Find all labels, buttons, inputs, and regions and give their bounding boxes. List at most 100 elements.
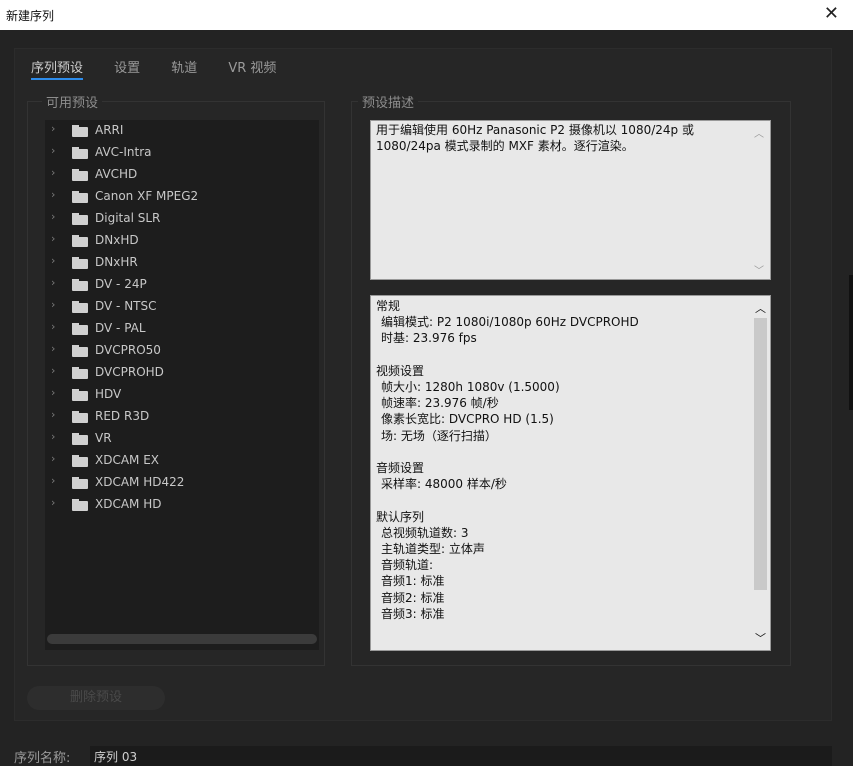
chevron-right-icon[interactable]: › [51,430,55,443]
tab-sequence-presets[interactable]: 序列预设 [31,57,84,80]
folder-icon [72,191,88,203]
chevron-right-icon[interactable]: › [51,408,55,421]
chevron-right-icon[interactable]: › [51,276,55,289]
folder-icon [72,411,88,423]
preset-folder-item[interactable]: › AVC-Intra [45,142,319,164]
total-tracks: 总视频轨道数: 3 [381,525,469,540]
preset-folder-label: DNxHD [95,233,139,247]
preset-folder-label: AVCHD [95,167,138,181]
scroll-up-icon[interactable]: ︿ [755,300,766,316]
edit-mode: 编辑模式: P2 1080i/1080p 60Hz DVCPROHD [381,315,639,330]
preset-folder-item[interactable]: › XDCAM HD [45,494,319,516]
folder-icon [72,147,88,159]
preset-folder-label: XDCAM HD422 [95,475,185,489]
timebase: 时基: 23.976 fps [381,331,477,346]
preset-folder-item[interactable]: › DV - NTSC [45,296,319,318]
tab-settings[interactable]: 设置 [114,57,140,76]
preset-folder-label: RED R3D [95,409,150,423]
preset-folder-item[interactable]: › DVCPROHD [45,362,319,384]
sequence-name-input[interactable] [90,746,832,766]
preset-folder-label: DV - NTSC [95,299,157,313]
preset-folder-item[interactable]: › HDV [45,384,319,406]
preset-folder-item[interactable]: › AVCHD [45,164,319,186]
folder-icon [72,345,88,357]
window-edge [849,275,853,410]
folder-icon [72,367,88,379]
folder-icon [72,433,88,445]
available-presets-group: 可用预设 › ARRI › AVC-Intra › AVCHD › Canon XF MPEG… [27,92,325,666]
chevron-right-icon[interactable]: › [51,122,55,135]
audio-track-2: 音频2: 标准 [381,590,445,605]
delete-preset-button[interactable]: 删除预设 [27,686,165,710]
default-header: 默认序列 [376,509,425,524]
tab-vr-video[interactable]: VR 视频 [228,57,276,76]
preset-folder-label: XDCAM EX [95,453,160,467]
chevron-right-icon[interactable]: › [51,210,55,223]
pixel-aspect: 像素长宽比: DVCPRO HD (1.5) [381,412,554,427]
frame-rate: 帧速率: 23.976 帧/秒 [381,396,499,411]
preset-folder-label: DV - PAL [95,321,146,335]
chevron-right-icon[interactable]: › [51,496,55,509]
preset-folder-item[interactable]: › DV - PAL [45,318,319,340]
preset-folder-item[interactable]: › Canon XF MPEG2 [45,186,319,208]
preset-folder-item[interactable]: › XDCAM HD422 [45,472,319,494]
tab-tracks[interactable]: 轨道 [171,57,197,76]
chevron-right-icon[interactable]: › [51,364,55,377]
preset-folder-item[interactable]: › XDCAM EX [45,450,319,472]
preset-folder-item[interactable]: › VR [45,428,319,450]
preset-folder-label: DVCPROHD [95,365,164,379]
scroll-up-icon[interactable]: ︿ [754,125,764,140]
horizontal-scrollbar[interactable] [47,634,317,644]
chevron-right-icon[interactable]: › [51,166,55,179]
chevron-right-icon[interactable]: › [51,452,55,465]
chevron-right-icon[interactable]: › [51,474,55,487]
frame-size: 帧大小: 1280h 1080v (1.5000) [381,380,560,394]
preset-description-label: 预设描述 [358,92,419,111]
preset-folder-label: XDCAM HD [95,497,162,511]
preset-folder-item[interactable]: › DV - 24P [45,274,319,296]
close-icon[interactable]: ✕ [824,3,839,24]
chevron-right-icon[interactable]: › [51,144,55,157]
chevron-right-icon[interactable]: › [51,188,55,201]
preset-folder-label: HDV [95,387,122,401]
folder-icon [72,169,88,181]
main-panel: 序列预设 设置 轨道 VR 视频 可用预设 › ARRI › AVC-Intra › AV… [14,48,832,721]
preset-folder-item[interactable]: › DNxHD [45,230,319,252]
audio-header: 音频设置 [376,461,425,475]
folder-icon [72,279,88,291]
chevron-right-icon[interactable]: › [51,232,55,245]
preset-folder-label: VR [95,431,112,445]
title-bar: 新建序列 ✕ [0,0,853,30]
folder-icon [72,125,88,137]
preset-folder-label: Canon XF MPEG2 [95,189,199,203]
chevron-right-icon[interactable]: › [51,254,55,267]
sequence-name-label: 序列名称: [14,751,71,766]
chevron-right-icon[interactable]: › [51,320,55,333]
folder-icon [72,455,88,467]
preset-tree[interactable]: › ARRI › AVC-Intra › AVCHD › Canon XF MPEG2 › Dig… [45,120,319,650]
scroll-thumb[interactable] [754,318,767,590]
audio-track-3: 音频3: 标准 [381,606,445,621]
chevron-right-icon[interactable]: › [51,342,55,355]
description-textbox[interactable]: 用于编辑使用 60Hz Panasonic P2 摄像机以 1080/24p 或… [370,120,771,280]
preset-folder-label: DVCPRO50 [95,343,161,357]
folder-icon [72,301,88,313]
scroll-down-icon[interactable]: ﹀ [754,262,764,277]
preset-folder-item[interactable]: › ARRI [45,120,319,142]
general-header: 常规 [376,299,401,313]
chevron-right-icon[interactable]: › [51,386,55,399]
preset-folder-item[interactable]: › RED R3D [45,406,319,428]
preset-folder-label: Digital SLR [95,211,161,225]
folder-icon [72,213,88,225]
chevron-right-icon[interactable]: › [51,298,55,311]
details-textbox[interactable]: 常规 编辑模式: P2 1080i/1080p 60Hz DVCPROHD 时基… [370,295,771,651]
vertical-scrollbar[interactable]: ︿ ﹀ [752,300,768,646]
preset-folder-item[interactable]: › DNxHR [45,252,319,274]
fields: 场: 无场（逐行扫描） [381,428,497,443]
preset-folder-item[interactable]: › DVCPRO50 [45,340,319,362]
scroll-down-icon[interactable]: ﹀ [755,630,766,646]
preset-folder-item[interactable]: › Digital SLR [45,208,319,230]
